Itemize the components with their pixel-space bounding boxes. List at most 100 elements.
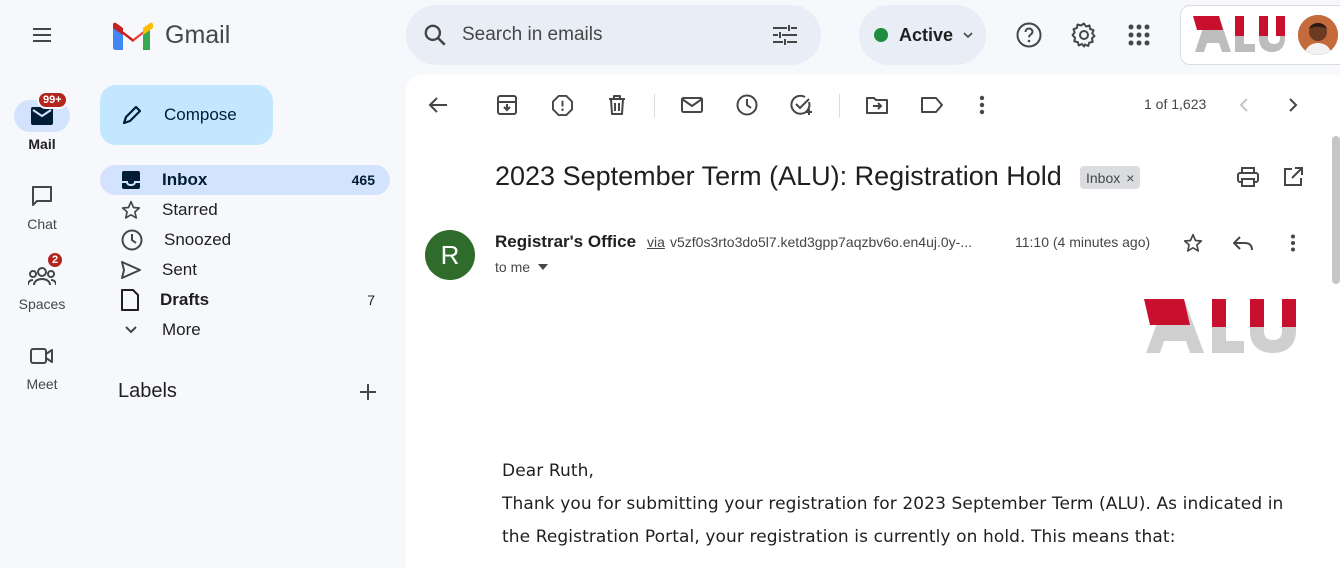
toolbar-divider — [654, 94, 655, 118]
trash-icon — [609, 95, 625, 115]
nav-drafts-count: 7 — [367, 292, 375, 308]
mark-unread-button[interactable] — [672, 85, 712, 125]
rail-spaces[interactable]: 2 Spaces — [0, 251, 84, 312]
labels-button[interactable] — [912, 85, 952, 125]
support-button[interactable] — [1009, 15, 1049, 55]
add-to-tasks-button[interactable] — [782, 85, 822, 125]
snooze-button[interactable] — [727, 85, 767, 125]
sender-name[interactable]: Registrar's Office — [495, 232, 636, 252]
label-tag-icon — [921, 97, 943, 113]
alu-logo-icon — [1193, 16, 1285, 52]
mail-badge: 99+ — [37, 91, 68, 109]
chevron-right-icon — [1289, 98, 1298, 112]
profile-photo-icon — [1298, 15, 1338, 55]
pagination-text: 1 of 1,623 — [1144, 96, 1207, 112]
labels-heading: Labels — [118, 380, 177, 402]
message-more-button[interactable] — [1273, 223, 1313, 263]
delete-button[interactable] — [597, 85, 637, 125]
email-subject: 2023 September Term (ALU): Registration … — [495, 161, 1062, 191]
nav-inbox[interactable]: Inbox 465 — [100, 165, 390, 195]
nav-inbox-count: 465 — [351, 172, 375, 188]
report-spam-button[interactable] — [542, 85, 582, 125]
rail-chat-label: Chat — [27, 216, 57, 232]
chevron-down-icon — [963, 32, 973, 38]
nav-sent[interactable]: Sent — [100, 255, 390, 285]
open-in-new-window-button[interactable] — [1273, 157, 1313, 197]
email-body-line: Thank you for submitting your registrati… — [502, 494, 1284, 514]
nav-more-label: More — [162, 320, 201, 339]
nav-inbox-label: Inbox — [162, 170, 208, 189]
star-icon — [1183, 233, 1203, 252]
nav-sent-label: Sent — [162, 260, 197, 279]
pencil-icon — [122, 105, 142, 125]
filter-sliders-icon — [773, 25, 797, 45]
search-bar[interactable]: Search in emails — [406, 5, 821, 65]
nav-drafts-label: Drafts — [160, 290, 210, 309]
older-button[interactable] — [1273, 85, 1313, 125]
reply-button[interactable] — [1223, 223, 1263, 263]
more-options-button[interactable] — [962, 85, 1002, 125]
apps-button[interactable] — [1119, 15, 1159, 55]
gmail-logo[interactable]: Gmail — [113, 20, 230, 50]
alu-logo-icon — [1144, 299, 1296, 353]
nav-drafts[interactable]: Drafts 7 — [100, 285, 390, 315]
account-button[interactable] — [1180, 5, 1340, 65]
rail-mail[interactable]: 99+ Mail — [0, 91, 84, 152]
archive-button[interactable] — [487, 85, 527, 125]
nav-snoozed[interactable]: Snoozed — [100, 225, 390, 255]
status-label: Active — [899, 24, 954, 45]
arrow-left-icon — [428, 97, 447, 113]
rail-chat[interactable]: Chat — [0, 180, 84, 232]
archive-icon — [497, 95, 517, 115]
chevron-left-icon — [1239, 98, 1248, 112]
compose-label: Compose — [164, 105, 237, 124]
settings-button[interactable] — [1064, 15, 1104, 55]
alu-email-logo — [1144, 297, 1300, 355]
email-body-line: the Registration Portal, your registrati… — [502, 527, 1176, 547]
print-button[interactable] — [1228, 157, 1268, 197]
move-to-button[interactable] — [857, 85, 897, 125]
nav-starred[interactable]: Starred — [100, 195, 390, 225]
caret-down-icon — [538, 264, 549, 270]
task-add-icon — [790, 94, 812, 115]
email-greeting: Dear Ruth, — [502, 461, 595, 481]
main-menu-button[interactable] — [22, 15, 62, 55]
draft-file-icon — [121, 289, 139, 311]
more-vert-icon — [979, 95, 985, 115]
newer-button[interactable] — [1224, 85, 1264, 125]
video-camera-icon — [30, 348, 53, 364]
compose-button[interactable]: Compose — [100, 85, 273, 145]
send-icon — [121, 261, 141, 279]
star-icon — [121, 200, 141, 219]
plus-icon — [360, 384, 376, 400]
recipients-toggle[interactable]: to me — [495, 259, 549, 275]
add-label-button[interactable] — [352, 376, 384, 408]
search-input[interactable]: Search in emails — [462, 24, 765, 46]
alu-account-logo — [1193, 14, 1285, 54]
search-options-button[interactable] — [765, 15, 805, 55]
more-vert-icon — [1291, 234, 1295, 252]
sender-avatar[interactable]: R — [425, 230, 475, 280]
envelope-icon — [681, 97, 703, 113]
rail-meet[interactable]: Meet — [0, 340, 84, 392]
hamburger-icon — [33, 28, 51, 42]
toolbar-divider — [839, 94, 840, 118]
via-link[interactable]: via — [647, 234, 665, 250]
back-button[interactable] — [418, 85, 458, 125]
spaces-icon — [28, 267, 56, 286]
rail-meet-label: Meet — [26, 376, 58, 392]
nav-more[interactable]: More — [100, 315, 390, 345]
star-button[interactable] — [1173, 223, 1213, 263]
email-timestamp: 11:10 (4 minutes ago) — [1015, 234, 1151, 250]
spam-icon — [551, 94, 573, 116]
reply-icon — [1233, 236, 1253, 251]
scrollbar-thumb[interactable] — [1332, 136, 1340, 284]
clock-icon — [736, 94, 758, 116]
open-external-icon — [1284, 167, 1303, 186]
mail-rail-icon: 99+ — [14, 91, 70, 132]
apps-grid-icon — [1128, 24, 1150, 46]
remove-label-button[interactable]: × — [1126, 170, 1134, 186]
status-selector[interactable]: Active — [859, 5, 986, 65]
search-icon — [424, 24, 446, 46]
gmail-logo-text: Gmail — [165, 20, 231, 49]
